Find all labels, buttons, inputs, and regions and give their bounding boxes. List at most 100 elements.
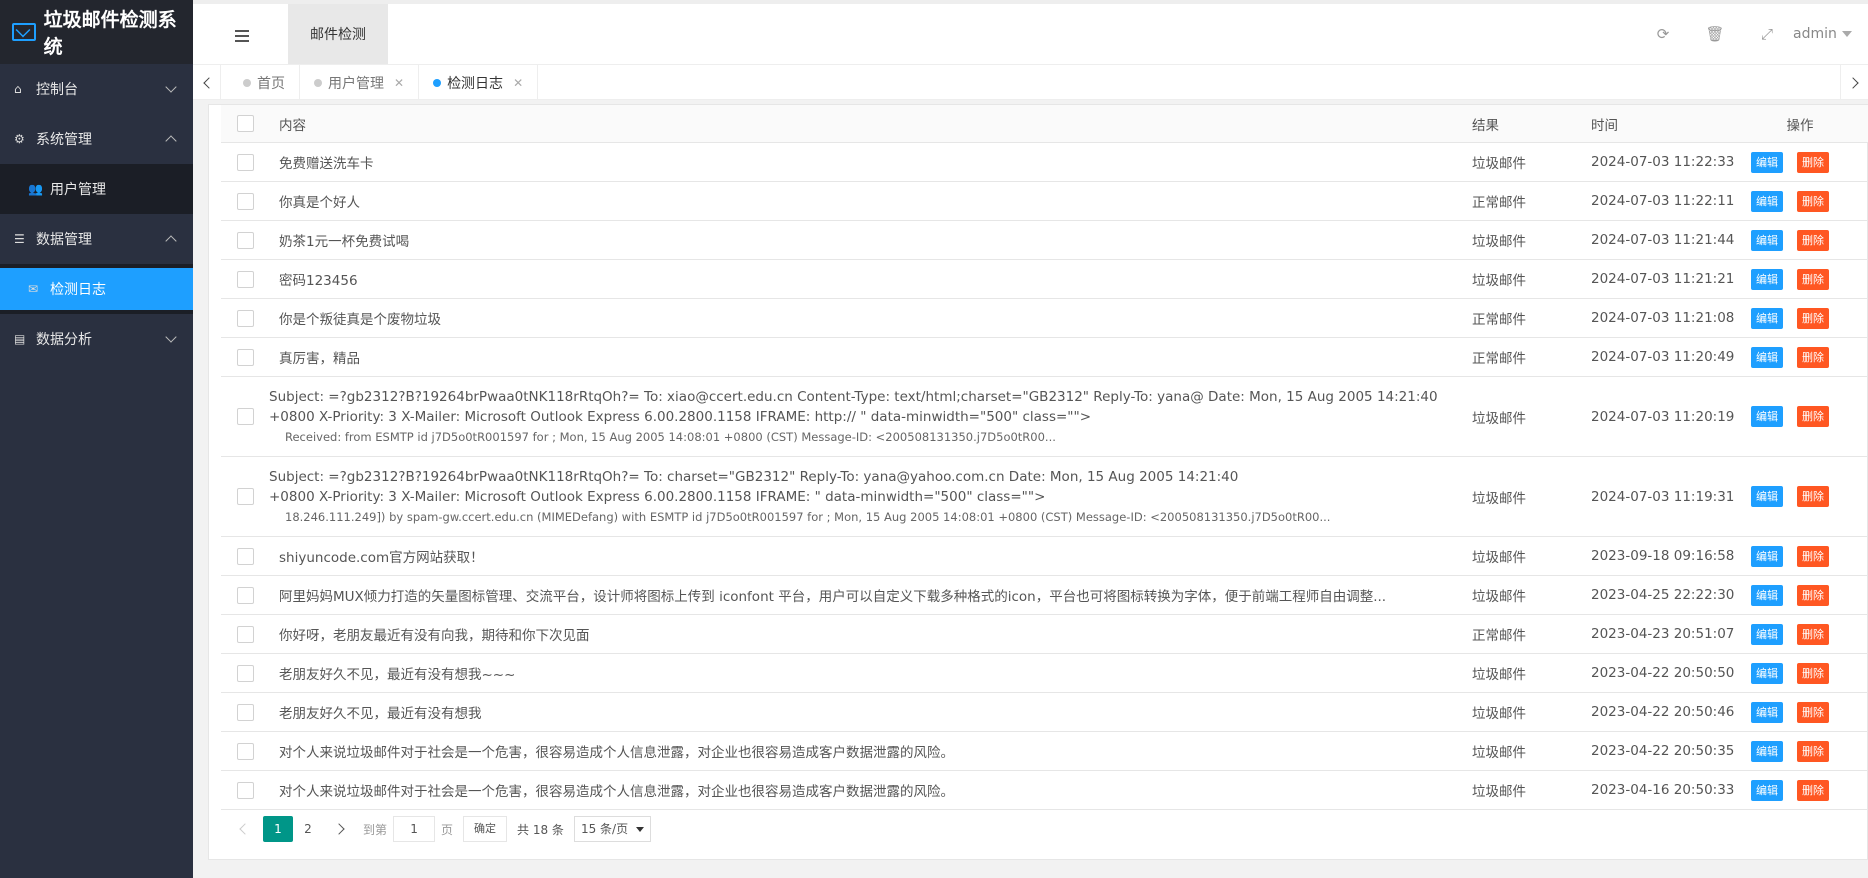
row-ops: 编辑 删除	[1751, 486, 1868, 507]
edit-button[interactable]: 编辑	[1751, 779, 1783, 801]
app-title: 垃圾邮件检测系统	[43, 9, 177, 58]
sidebar-item-dashboard[interactable]: ⌂ 控制台	[0, 64, 193, 114]
row-result: 垃圾邮件	[1472, 156, 1526, 172]
row-checkbox[interactable]	[236, 270, 254, 288]
user-menu[interactable]: admin	[1793, 26, 1868, 42]
sidebar-item-detect-log[interactable]: ✉ 检测日志	[0, 268, 193, 310]
tab-user-management[interactable]: 用户管理 ✕	[300, 65, 420, 100]
chevron-down-icon	[165, 331, 177, 343]
edit-button[interactable]: 编辑	[1751, 307, 1783, 329]
row-checkbox[interactable]	[236, 231, 254, 249]
delete-button[interactable]: 删除	[1797, 268, 1829, 290]
row-checkbox[interactable]	[236, 192, 254, 210]
edit-button[interactable]: 编辑	[1751, 701, 1783, 723]
row-time: 2024-07-03 11:20:49	[1591, 349, 1735, 365]
table-row: Subject: =?gb2312?B?19264brPwaa0tNK118rR…	[221, 377, 1868, 457]
table-row: 老朋友好久不见，最近有没有想我~~~ 垃圾邮件 2023-04-22 20:50:5…	[221, 654, 1868, 693]
row-time: 2023-04-25 22:22:30	[1591, 587, 1735, 603]
tab-detect-log[interactable]: 检测日志 ✕	[419, 65, 539, 100]
row-checkbox[interactable]	[236, 664, 254, 682]
row-content: 你真是个好人	[279, 195, 360, 211]
sidebar-item-label: 控制台	[36, 82, 78, 98]
confirm-page-button[interactable]: 确定	[463, 816, 508, 842]
delete-button[interactable]: 删除	[1797, 740, 1829, 762]
row-checkbox[interactable]	[236, 547, 254, 565]
row-checkbox[interactable]	[236, 742, 254, 760]
table-row: 阿里妈妈MUX倾力打造的矢量图标管理、交流平台，设计师将图标上传到 iconfo…	[221, 576, 1868, 615]
edit-button[interactable]: 编辑	[1751, 190, 1783, 212]
page-1[interactable]: 1	[263, 816, 293, 842]
edit-button[interactable]: 编辑	[1751, 740, 1783, 762]
row-ops: 编辑 删除	[1751, 268, 1868, 290]
edit-button[interactable]: 编辑	[1751, 623, 1783, 645]
row-content: 免费赠送洗车卡	[279, 156, 374, 172]
refresh-icon[interactable]: ⟳	[1637, 25, 1689, 43]
header-tab-mail-detect[interactable]: 邮件检测	[288, 4, 388, 64]
edit-button[interactable]: 编辑	[1751, 229, 1783, 251]
row-ops: 编辑 删除	[1751, 151, 1868, 173]
delete-button[interactable]: 删除	[1797, 346, 1829, 368]
row-ops: 编辑 删除	[1751, 346, 1868, 368]
app-logo[interactable]: 垃圾邮件检测系统	[0, 0, 193, 64]
delete-button[interactable]: 删除	[1797, 151, 1829, 173]
tabs-scroll-left[interactable]	[193, 65, 221, 100]
row-checkbox[interactable]	[236, 153, 254, 171]
delete-button[interactable]: 删除	[1797, 229, 1829, 251]
delete-button[interactable]: 删除	[1797, 584, 1829, 606]
delete-button[interactable]: 删除	[1797, 545, 1829, 567]
row-checkbox[interactable]	[236, 703, 254, 721]
sidebar-item-users[interactable]: 👥 用户管理	[0, 164, 193, 214]
close-icon[interactable]: ✕	[394, 76, 404, 90]
tab-home[interactable]: 首页	[229, 65, 300, 100]
row-content: 你好呀，老朋友最近有没有向我，期待和你下次见面	[279, 628, 590, 644]
page-2[interactable]: 2	[293, 816, 323, 842]
row-checkbox[interactable]	[236, 586, 254, 604]
row-content-line: Received: from ESMTP id j7D5o0tR001597 f…	[285, 429, 1056, 444]
menu-toggle-icon[interactable]	[235, 30, 249, 45]
row-time: 2024-07-03 11:19:31	[1591, 488, 1735, 505]
row-content: 老朋友好久不见，最近有没有想我~~~	[279, 667, 516, 683]
row-content-line: 18.246.111.249]) by spam-gw.ccert.edu.cn…	[285, 509, 1331, 524]
delete-button[interactable]: 删除	[1797, 779, 1829, 801]
delete-button[interactable]: 删除	[1797, 406, 1829, 427]
fullscreen-icon[interactable]: ⤢	[1741, 25, 1793, 43]
row-result: 垃圾邮件	[1472, 589, 1526, 605]
edit-button[interactable]: 编辑	[1751, 268, 1783, 290]
tab-dot-icon	[243, 78, 251, 87]
edit-button[interactable]: 编辑	[1751, 406, 1783, 427]
row-checkbox[interactable]	[236, 625, 254, 643]
row-checkbox[interactable]	[236, 488, 254, 505]
next-page-icon[interactable]	[333, 823, 345, 835]
row-result: 正常邮件	[1472, 351, 1526, 367]
edit-button[interactable]: 编辑	[1751, 151, 1783, 173]
table-row: 真厉害，精品 正常邮件 2024-07-03 11:20:49 编辑 删除	[221, 338, 1868, 377]
edit-button[interactable]: 编辑	[1751, 346, 1783, 368]
row-checkbox[interactable]	[236, 408, 254, 425]
edit-button[interactable]: 编辑	[1751, 662, 1783, 684]
page-input[interactable]: 1	[393, 816, 436, 842]
row-checkbox[interactable]	[236, 348, 254, 366]
delete-button[interactable]: 删除	[1797, 190, 1829, 212]
row-ops: 编辑 删除	[1751, 623, 1868, 645]
edit-button[interactable]: 编辑	[1751, 584, 1783, 606]
edit-button[interactable]: 编辑	[1751, 545, 1783, 567]
select-all-checkbox[interactable]	[236, 115, 254, 132]
row-checkbox[interactable]	[236, 781, 254, 799]
row-time: 2024-07-03 11:21:21	[1591, 271, 1735, 287]
sidebar-item-label: 数据管理	[36, 232, 92, 248]
prev-page-icon[interactable]	[239, 823, 251, 835]
sidebar-item-data[interactable]: ☰ 数据管理	[0, 214, 193, 264]
close-icon[interactable]: ✕	[513, 76, 523, 90]
delete-button[interactable]: 删除	[1797, 662, 1829, 684]
page-size-select[interactable]: 15 条/页	[573, 816, 652, 842]
delete-button[interactable]: 删除	[1797, 307, 1829, 329]
delete-button[interactable]: 删除	[1797, 623, 1829, 645]
sidebar-item-system[interactable]: ⚙ 系统管理	[0, 114, 193, 164]
tabs-scroll-right[interactable]	[1840, 65, 1868, 100]
sidebar-item-analysis[interactable]: ▤ 数据分析	[0, 314, 193, 364]
delete-button[interactable]: 删除	[1797, 701, 1829, 723]
trash-icon[interactable]: 🗑	[1689, 25, 1741, 43]
delete-button[interactable]: 删除	[1797, 486, 1829, 507]
row-checkbox[interactable]	[236, 309, 254, 327]
edit-button[interactable]: 编辑	[1751, 486, 1783, 507]
